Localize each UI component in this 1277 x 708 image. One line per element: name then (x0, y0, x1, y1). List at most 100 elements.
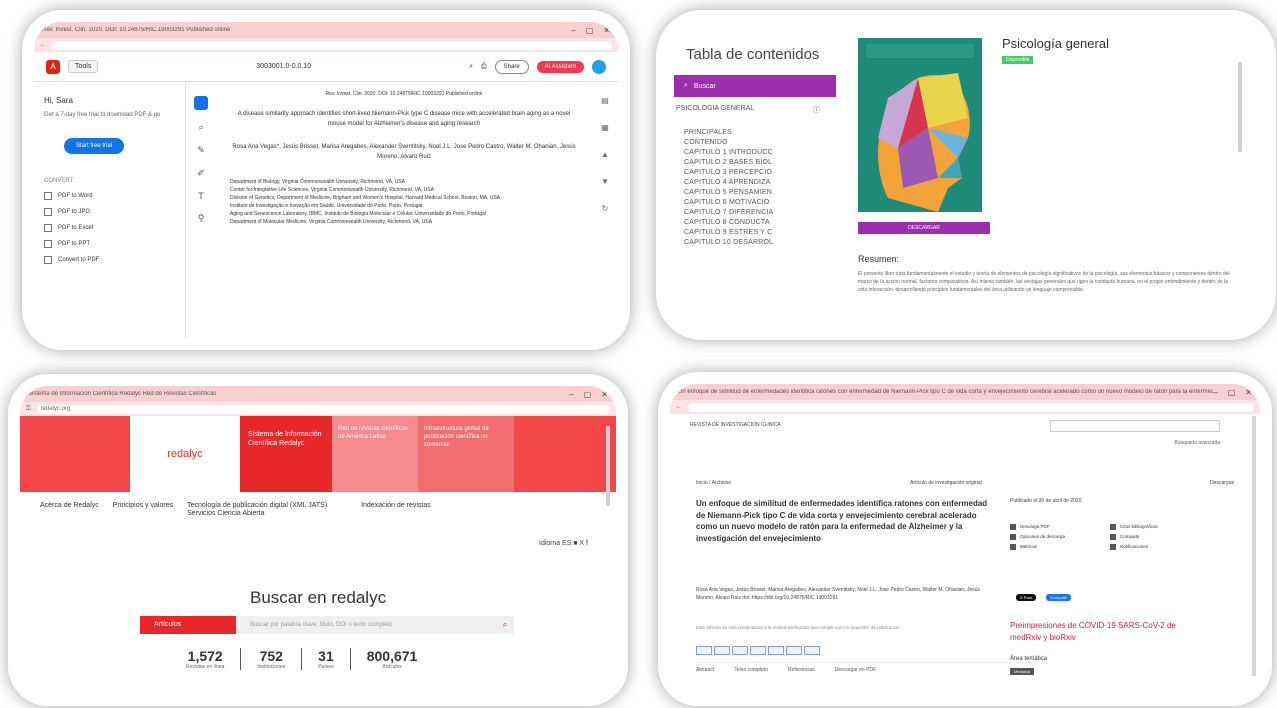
banner-tile[interactable]: Red de revistas científicas de América L… (332, 416, 418, 492)
zoom-icon[interactable]: ⌕ (198, 122, 203, 133)
action-item[interactable]: Métricas (1010, 544, 1106, 550)
search-input[interactable]: Buscar por palabra clave, título, DOI o … (236, 616, 496, 634)
tool-item[interactable]: Convert to PDF (44, 256, 175, 264)
tool-item[interactable]: PDF to Excel (44, 224, 175, 232)
text-icon[interactable]: T (198, 191, 204, 201)
tab-references[interactable]: Referencias (788, 667, 815, 676)
action-item[interactable]: Notificaciones (1110, 544, 1206, 550)
toc-head[interactable]: PSICOLOGIA GENERAL ⓘ (674, 105, 836, 115)
format-button[interactable] (804, 646, 820, 655)
scrollbar[interactable] (606, 426, 610, 506)
banner-tile[interactable]: Sistema de Información Científica Redaly… (240, 416, 332, 492)
scrollbar[interactable] (1252, 416, 1256, 676)
page-up-icon[interactable]: ▲ (601, 150, 609, 159)
x-share-button[interactable]: X Post (1016, 594, 1036, 601)
avatar[interactable] (592, 59, 607, 74)
advanced-search-link[interactable]: Búsqueda avanzada (1174, 440, 1220, 446)
nav-item[interactable]: Acerca de Redalyc (40, 502, 99, 519)
nav-item[interactable]: Indexación de revistas (361, 502, 431, 519)
tool-item[interactable]: PDF to JPG (44, 208, 175, 216)
scrollbar[interactable] (1238, 62, 1242, 152)
share-button[interactable]: Share (494, 59, 529, 74)
panel-ebook: Tabla de contenidos ⌕ Buscar PSICOLOGIA G… (656, 10, 1276, 340)
address-bar[interactable]: ← (34, 38, 618, 52)
pdf-toolbar: A Tools 3003001.0-0.0.10 ⌕ ⎙ Share AI As… (34, 52, 618, 82)
bookmark-icon[interactable]: ▦ (601, 123, 609, 132)
url-field[interactable] (688, 402, 1254, 412)
pen-icon[interactable]: ✎ (197, 145, 205, 156)
download-button[interactable]: DESCARGAR (858, 222, 990, 234)
nav-item[interactable]: Tecnología de publicación digital (XML J… (187, 502, 347, 519)
toc-item[interactable]: CAPITULO 5 PENSAMIEN (684, 189, 836, 196)
free-trial-button[interactable]: Start free trial (64, 138, 125, 154)
covid-link[interactable]: Preimpresiones de COVID-19 SARS-CoV-2 de… (1010, 620, 1180, 644)
format-button[interactable] (714, 646, 730, 655)
subject-area-label: Área temática (1010, 656, 1048, 662)
tool-item[interactable]: PDF to PPT (44, 240, 175, 248)
highlight-icon[interactable]: ✐ (197, 168, 205, 179)
ai-assistant-button[interactable]: AI Assistant (536, 60, 585, 73)
action-item[interactable]: Compartir (1110, 534, 1206, 540)
refresh-icon[interactable]: ↻ (602, 204, 609, 213)
stat-item: 752 Instituciones (241, 648, 303, 670)
subject-badge[interactable]: Medicina (1010, 668, 1035, 675)
tab-pdf[interactable]: Descargar en PDF (835, 667, 876, 676)
window-controls[interactable]: – ▢ ✕ (1213, 388, 1252, 397)
toc-item[interactable]: CAPITULO 3 PERCEPCIO (684, 169, 836, 176)
format-button[interactable] (696, 646, 712, 655)
doc-affiliation: Department of Biology, Virginia Commonwe… (230, 179, 405, 186)
site-search-input[interactable] (1050, 420, 1220, 432)
address-bar[interactable]: ← (670, 400, 1260, 414)
nav-item[interactable]: Principios y valores (113, 502, 173, 519)
file-name: 3003001.0-0.0.10 (256, 63, 312, 70)
breadcrumb[interactable]: Inicio / Archivos (696, 480, 731, 486)
address-bar[interactable]: ⚿ redalyc.org (20, 402, 616, 416)
toc-item[interactable]: CONTENIDO (684, 139, 836, 146)
toc-item[interactable]: CAPITULO 6 MOTIVACIO (684, 199, 836, 206)
search-title: Buscar en redalyc (250, 588, 387, 607)
window-controls[interactable]: – ▢ ✕ (571, 26, 610, 35)
social-links[interactable]: Idioma ES ■ X f (539, 540, 588, 547)
toc-item[interactable]: CAPITULO 4 APRENDIZA (684, 179, 836, 186)
toc-item[interactable]: CAPITULO 9 ESTRES Y C (684, 229, 836, 236)
back-icon[interactable]: ← (676, 404, 682, 410)
redalyc-logo[interactable]: redalyc (130, 416, 240, 492)
action-item[interactable]: Opciones de descarga (1010, 534, 1106, 540)
downloads-link[interactable]: Descargas (1210, 480, 1234, 486)
book-cover (858, 38, 982, 212)
banner-tile[interactable]: Infraestructura global de publicación ci… (418, 416, 514, 492)
url-field[interactable] (52, 40, 612, 50)
toc-item[interactable]: CAPITULO 1 INTRODUCC (684, 149, 836, 156)
toc-item[interactable]: CAPITULO 2 BASES BIOL (684, 159, 836, 166)
tool-item[interactable]: PDF to Word (44, 192, 175, 200)
search-icon[interactable]: ⌕ (469, 63, 473, 71)
select-tool-icon[interactable] (194, 96, 208, 110)
format-button[interactable] (768, 646, 784, 655)
main-nav: Acerca de Redalyc Principios y valores T… (20, 492, 616, 529)
toc-search[interactable]: ⌕ Buscar (674, 75, 836, 97)
tab-abstract[interactable]: Abstract (696, 667, 714, 676)
file-icon (44, 224, 52, 232)
toc-item[interactable]: PRINCIPALES (684, 129, 836, 136)
tab-fulltext[interactable]: Texto completo (734, 667, 768, 676)
search-icon[interactable]: ⌕ (496, 616, 514, 634)
format-button[interactable] (786, 646, 802, 655)
facebook-share-button[interactable]: Compartir (1045, 594, 1072, 601)
action-item[interactable]: Citas bibliográficas (1110, 524, 1206, 530)
search-type-select[interactable]: Artículos (140, 616, 236, 634)
page-down-icon[interactable]: ▼ (601, 177, 609, 186)
window-controls[interactable]: – ▢ ✕ (569, 390, 608, 399)
url-field[interactable]: redalyc.org (36, 404, 610, 414)
toc-item[interactable]: CAPITULO 10 DESARROL (684, 239, 836, 246)
comment-icon[interactable]: ▤ (601, 96, 609, 105)
stamp-icon[interactable]: ⚲ (198, 213, 205, 224)
print-icon[interactable]: ⎙ (481, 63, 487, 71)
back-icon[interactable]: ← (40, 42, 46, 48)
toc-item[interactable]: CAPITULO 8 CONDUCTA (684, 219, 836, 226)
format-button[interactable] (732, 646, 748, 655)
toc-item[interactable]: CAPITULO 7 DIFERENCIA (684, 209, 836, 216)
info-icon[interactable]: ⓘ (813, 105, 820, 115)
action-item[interactable]: Descarga PDF (1010, 524, 1106, 530)
tools-button[interactable]: Tools (68, 60, 99, 73)
format-button[interactable] (750, 646, 766, 655)
